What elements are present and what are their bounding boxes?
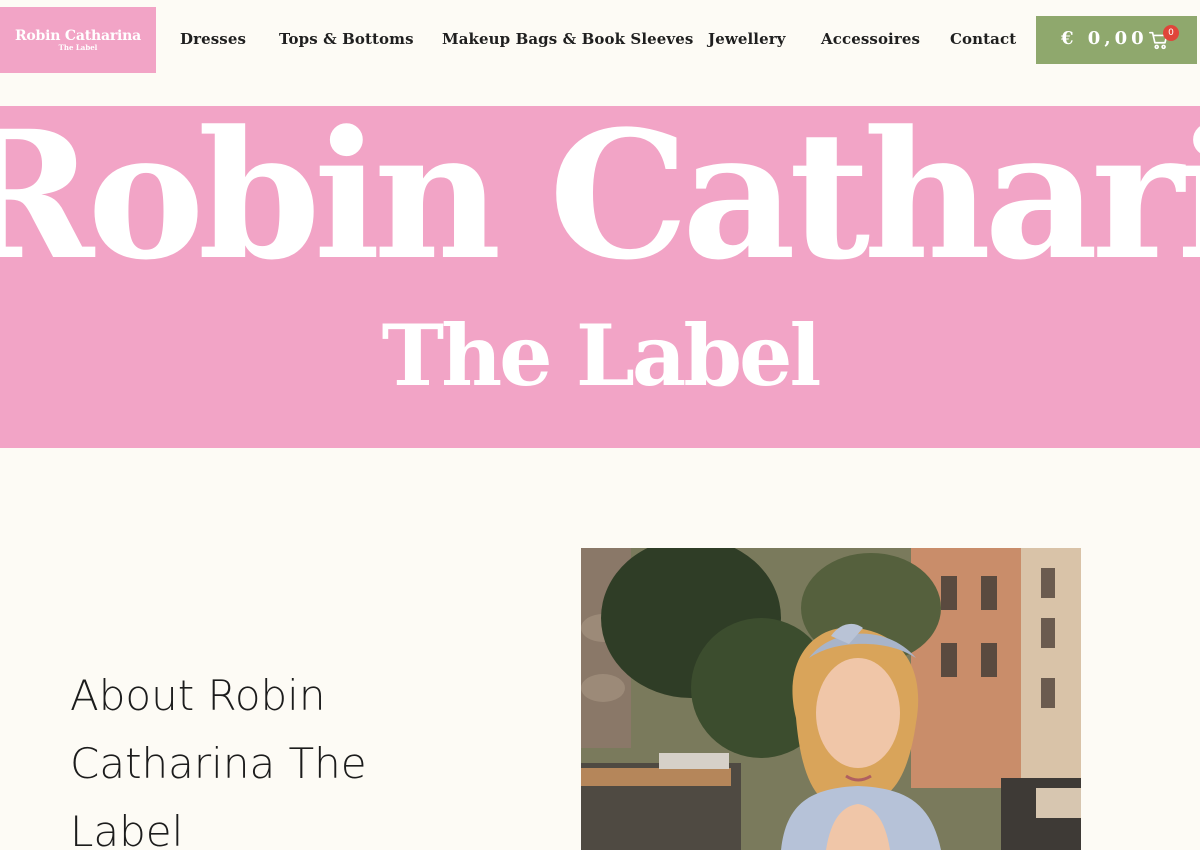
about-heading: About Robin Catharina The Label	[70, 662, 450, 850]
cart-total: € 0,00	[1061, 28, 1148, 49]
nav-jewellery[interactable]: Jewellery	[708, 30, 786, 48]
hero-banner: Robin Catharina The Label	[0, 106, 1200, 448]
cart-button[interactable]: € 0,00 0	[1036, 16, 1197, 64]
nav-makeup-bags[interactable]: Makeup Bags & Book Sleeves	[442, 30, 693, 48]
hero-subtitle: The Label	[381, 306, 822, 405]
logo-tagline: The Label	[58, 42, 98, 52]
site-logo[interactable]: Robin Catharina The Label	[0, 7, 156, 73]
about-photo	[581, 548, 1081, 850]
about-heading-line3: Label	[70, 807, 184, 850]
nav-accessoires[interactable]: Accessoires	[821, 30, 920, 48]
site-header: Robin Catharina The Label Dresses Tops &…	[0, 0, 1200, 80]
nav-dresses[interactable]: Dresses	[180, 30, 246, 48]
about-heading-line2: Catharina The	[70, 739, 367, 788]
hero-title: Robin Catharina	[0, 106, 1200, 299]
about-heading-line1: About Robin	[70, 671, 326, 720]
nav-contact[interactable]: Contact	[950, 30, 1016, 48]
photo-illustration	[581, 548, 1081, 850]
cart-count-badge: 0	[1163, 25, 1179, 41]
nav-tops-bottoms[interactable]: Tops & Bottoms	[279, 30, 414, 48]
logo-name: Robin Catharina	[14, 27, 141, 44]
